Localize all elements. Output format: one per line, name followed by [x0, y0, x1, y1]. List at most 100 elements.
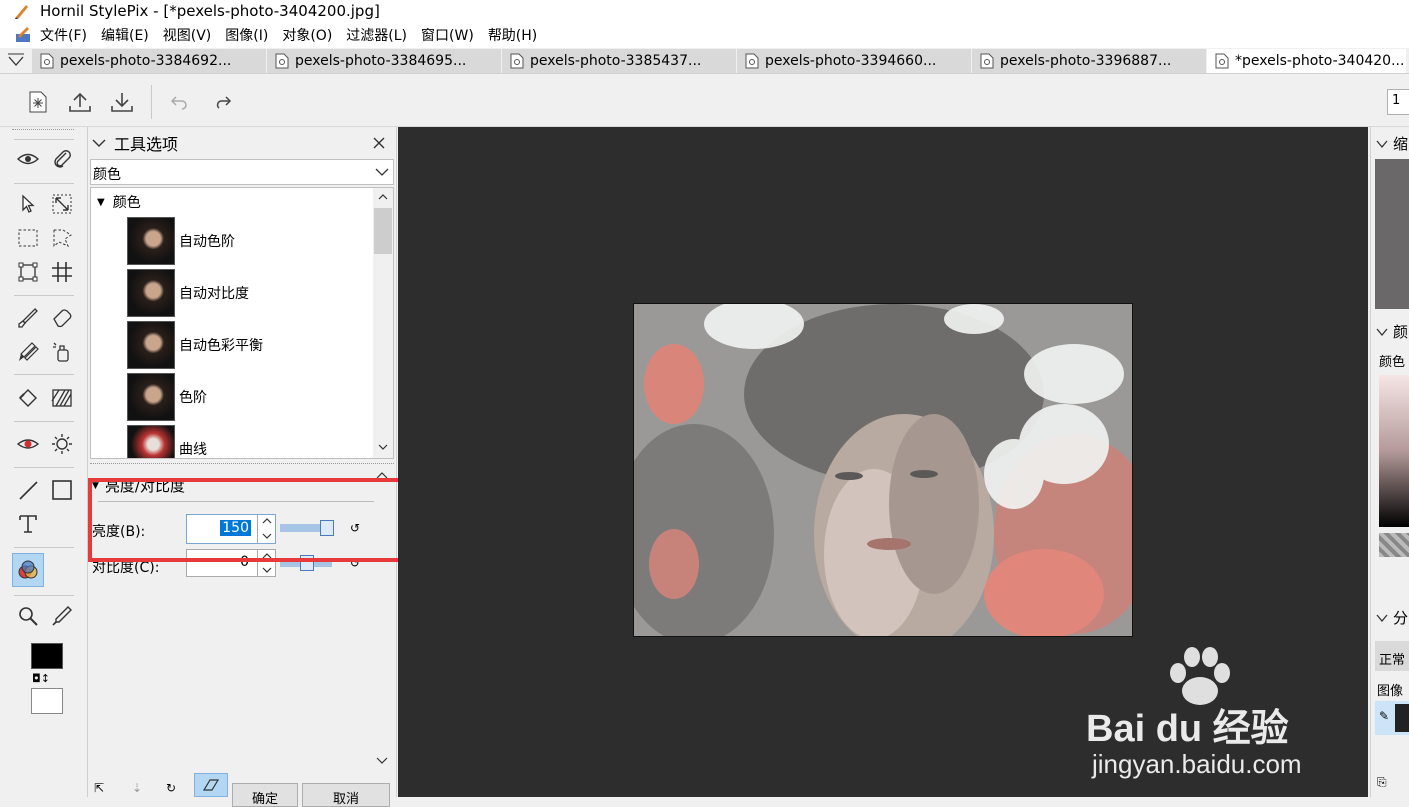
- color-panel-header[interactable]: 颜: [1375, 321, 1408, 342]
- undo-button[interactable]: [164, 88, 192, 116]
- document-image[interactable]: [633, 303, 1133, 637]
- line-icon: [19, 481, 38, 500]
- tab-document-5[interactable]: pexels-photo-3396887...: [972, 49, 1207, 73]
- transform-tool[interactable]: [48, 190, 76, 218]
- upload-button[interactable]: [66, 88, 94, 116]
- list-item-auto-contrast[interactable]: 自动对比度: [127, 268, 249, 318]
- chevron-down-icon[interactable]: [262, 567, 272, 573]
- paperclip-icon: [54, 150, 71, 168]
- layer-thumbnail: [1395, 704, 1409, 732]
- refresh-icon[interactable]: ↻: [166, 781, 186, 797]
- red-eye-icon: [17, 439, 39, 449]
- pointer-tool[interactable]: [14, 190, 42, 218]
- close-icon[interactable]: [372, 136, 386, 150]
- gradient-tool[interactable]: [48, 384, 76, 412]
- cursor-arrow-icon: [22, 194, 35, 213]
- tab-document-1[interactable]: pexels-photo-3384692...: [32, 49, 267, 73]
- swap-colors-icon[interactable]: ◘↕: [32, 672, 58, 685]
- tab-document-active[interactable]: *pexels-photo-340420...: [1207, 49, 1407, 73]
- app-menu-icon[interactable]: [14, 26, 32, 44]
- brightness-tool[interactable]: [48, 430, 76, 458]
- scrollbar-thumb[interactable]: [374, 208, 392, 254]
- menu-help[interactable]: 帮助(H): [488, 25, 537, 45]
- blend-mode-select[interactable]: 正常: [1375, 641, 1409, 671]
- category-select[interactable]: 颜色: [90, 159, 394, 185]
- cancel-button[interactable]: 取消: [302, 783, 390, 807]
- rect-select-tool[interactable]: [14, 224, 42, 252]
- list-item-curves[interactable]: 曲线: [127, 424, 207, 458]
- canvas-area[interactable]: Bai du 经验 jingyan.baidu.com: [398, 127, 1368, 797]
- text-tool[interactable]: [14, 510, 42, 538]
- splitter[interactable]: [90, 463, 394, 465]
- menu-object[interactable]: 对象(O): [282, 25, 332, 45]
- image-layer-label: 图像: [1377, 684, 1404, 699]
- watermark-brand: Bai du 经验: [1086, 708, 1289, 750]
- layers-header[interactable]: 分: [1375, 607, 1408, 628]
- menu-filter[interactable]: 过滤器(L): [346, 25, 407, 45]
- menu-image[interactable]: 图像(I): [225, 25, 268, 45]
- crop-icon: [52, 262, 72, 282]
- brush-icon: [18, 308, 38, 328]
- apply-up-icon[interactable]: ⇱: [94, 781, 114, 797]
- panel-header: 工具选项: [90, 131, 394, 155]
- line-tool[interactable]: [14, 476, 42, 504]
- tab-document-2[interactable]: pexels-photo-3384695...: [267, 49, 502, 73]
- tab-list-dropdown[interactable]: [0, 47, 32, 73]
- fill-tool[interactable]: [48, 338, 76, 366]
- zoom-field[interactable]: 1: [1387, 89, 1409, 115]
- list-item-auto-color-balance[interactable]: 自动色彩平衡: [127, 320, 263, 370]
- attach-tool[interactable]: [48, 145, 76, 173]
- list-item-levels[interactable]: 色阶: [127, 372, 207, 422]
- alpha-swatch[interactable]: [1379, 533, 1409, 557]
- navigator-thumbnail[interactable]: [1375, 159, 1409, 309]
- preview-toggle-button[interactable]: [194, 773, 228, 797]
- view-tool[interactable]: [14, 145, 42, 173]
- new-layer-icon[interactable]: ⎘: [1377, 775, 1395, 793]
- shape-fill-tool[interactable]: [14, 384, 42, 412]
- crop-tool[interactable]: [48, 258, 76, 286]
- spray-icon: [53, 342, 69, 362]
- foreground-color-swatch[interactable]: [31, 643, 63, 669]
- thumbnail: [127, 321, 175, 369]
- thumbnail: [127, 373, 175, 421]
- background-color-swatch[interactable]: [31, 688, 63, 714]
- brush-tool[interactable]: [14, 304, 42, 332]
- zoom-tool[interactable]: [14, 602, 42, 630]
- menu-file[interactable]: 文件(F): [40, 25, 87, 45]
- panel-title: 工具选项: [114, 135, 179, 154]
- color-circles-icon: [18, 560, 38, 579]
- layer-row[interactable]: ✎: [1375, 701, 1409, 735]
- download-button[interactable]: [108, 88, 136, 116]
- list-scrollbar[interactable]: [373, 188, 393, 458]
- eyedropper-tool[interactable]: [48, 602, 76, 630]
- resize-box-icon: [52, 194, 72, 214]
- tab-document-3[interactable]: pexels-photo-3385437...: [502, 49, 737, 73]
- chevron-down-icon[interactable]: [90, 137, 108, 149]
- right-panels: 缩 颜 颜色 分 正常 图像 ✎ ⎘: [1370, 127, 1409, 797]
- apply-down-icon[interactable]: ⇣: [132, 781, 152, 797]
- color-adjust-tool[interactable]: [12, 553, 44, 587]
- new-document-button[interactable]: [24, 88, 52, 116]
- list-item-auto-levels[interactable]: 自动色阶: [127, 216, 235, 266]
- navigator-header[interactable]: 缩: [1375, 133, 1408, 154]
- chevron-down-icon[interactable]: [376, 757, 388, 765]
- clone-tool[interactable]: [14, 338, 42, 366]
- chevron-down-icon: [375, 168, 389, 176]
- menu-window[interactable]: 窗口(W): [421, 25, 474, 45]
- lasso-tool[interactable]: [48, 224, 76, 252]
- rectangle-icon: [52, 480, 72, 500]
- redo-button[interactable]: [210, 88, 238, 116]
- chevron-down-icon: [1376, 140, 1388, 148]
- color-picker-field[interactable]: [1379, 375, 1409, 527]
- red-eye-tool[interactable]: [14, 430, 42, 458]
- caret-down-icon: ▼: [97, 196, 105, 208]
- crop-frame-tool[interactable]: [14, 258, 42, 286]
- rectangle-tool[interactable]: [48, 476, 76, 504]
- menu-edit[interactable]: 编辑(E): [101, 25, 149, 45]
- tree-group-color[interactable]: ▼ 颜色: [97, 192, 141, 212]
- eraser-tool[interactable]: [48, 304, 76, 332]
- menu-view[interactable]: 视图(V): [163, 25, 212, 45]
- ok-button[interactable]: 确定: [232, 783, 298, 807]
- tab-document-4[interactable]: pexels-photo-3394660...: [737, 49, 972, 73]
- toolbox-grip[interactable]: [12, 129, 74, 132]
